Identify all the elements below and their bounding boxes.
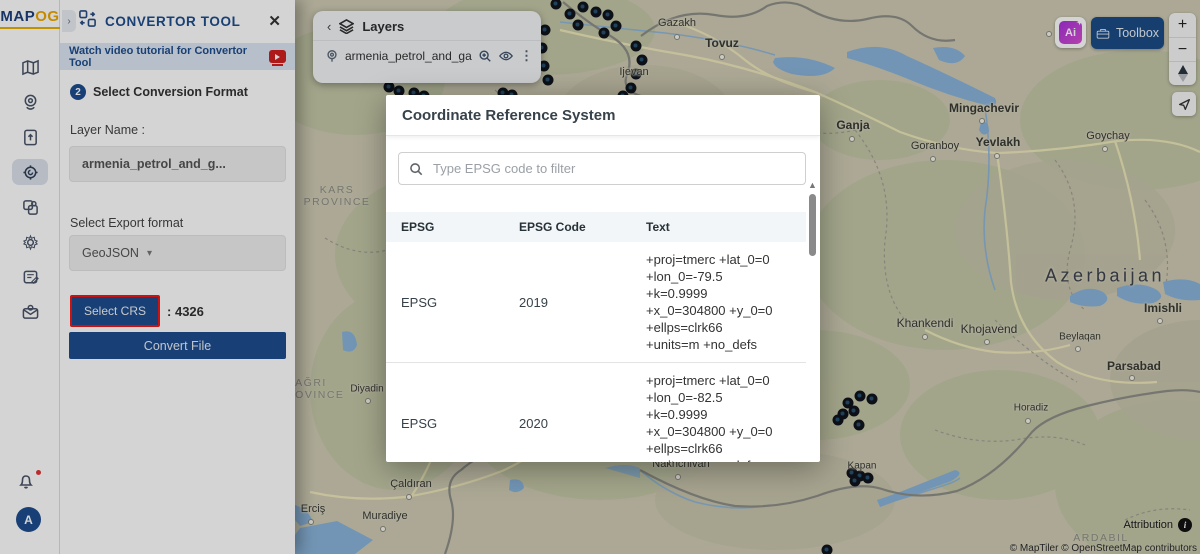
search-icon [410, 162, 423, 175]
column-header-epsg-code: EPSG Code [519, 220, 586, 234]
modal-title: Coordinate Reference System [386, 95, 820, 136]
epsg-search-input[interactable]: Type EPSG code to filter [398, 152, 806, 185]
mapog-app: Gazakh Tovuz Ijevan Mingachevir Ganja Goranbo… [0, 0, 1200, 554]
scroll-up-arrow-icon[interactable]: ▲ [808, 181, 817, 190]
search-placeholder: Type EPSG code to filter [433, 161, 576, 176]
cell-proj-text: +proj=tmerc +lat_0=0 +lon_0=-79.5 +k=0.9… [646, 252, 773, 352]
cell-proj-text: +proj=tmerc +lat_0=0 +lon_0=-82.5 +k=0.9… [646, 373, 773, 462]
crs-table-row[interactable]: EPSG 2019 +proj=tmerc +lat_0=0 +lon_0=-79.… [386, 242, 806, 363]
column-header-text: Text [646, 220, 670, 234]
crs-table: EPSG EPSG Code Text EPSG 2019 +proj=tmerc … [386, 212, 806, 462]
cell-epsg: EPSG [401, 415, 438, 431]
cell-epsg-code: 2019 [519, 294, 548, 310]
modal-scrollbar[interactable]: ▲ ▼ [808, 181, 817, 462]
crs-modal: Coordinate Reference System Type EPSG co… [386, 95, 820, 462]
scrollbar-thumb[interactable] [809, 194, 816, 256]
crs-table-row[interactable]: EPSG 2020 +proj=tmerc +lat_0=0 +lon_0=-82.… [386, 363, 806, 462]
cell-epsg-code: 2020 [519, 415, 548, 431]
cell-epsg: EPSG [401, 294, 438, 310]
column-header-epsg: EPSG [401, 220, 435, 234]
